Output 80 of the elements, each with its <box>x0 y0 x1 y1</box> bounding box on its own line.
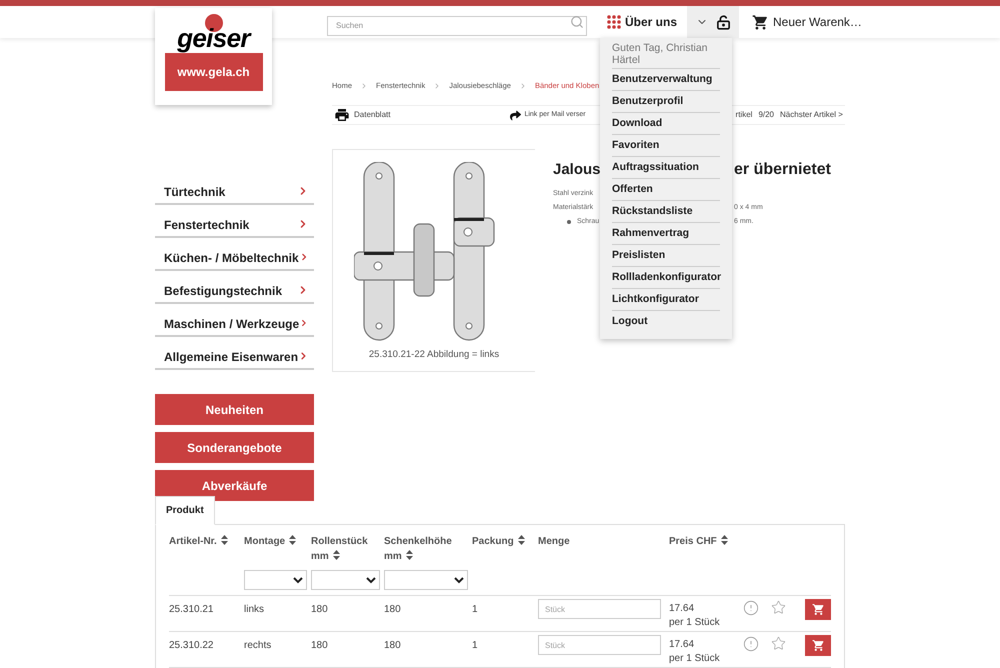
table-cell-text: 180 <box>384 603 402 617</box>
sort-icon[interactable] <box>406 550 413 560</box>
menu-item[interactable]: Logout <box>612 311 720 333</box>
search-field[interactable]: Suchen <box>327 16 587 36</box>
table-cell-text: 180 <box>384 639 402 653</box>
quantity-field[interactable]: Stück <box>538 635 661 655</box>
product-title: Jalous <box>553 161 601 178</box>
share-icon <box>510 110 522 121</box>
promo-button[interactable]: Neuheiten <box>155 394 314 425</box>
sort-icon[interactable] <box>220 535 228 545</box>
quantity-field[interactable]: Stück <box>538 599 661 619</box>
cart-icon <box>812 639 824 652</box>
info-icon[interactable] <box>743 636 759 652</box>
table-cell-text: 25.310.22 <box>169 639 214 653</box>
price-text: 17.64 <box>669 638 696 652</box>
add-to-cart-button[interactable] <box>805 635 831 656</box>
tab[interactable]: Produkt <box>155 496 215 525</box>
favorite-star-icon[interactable] <box>771 600 786 615</box>
previous-article-link[interactable]: rtikel <box>736 109 752 122</box>
cart-button[interactable]: Neuer Warenk… <box>752 6 862 38</box>
category-link[interactable]: Küchen- / Möbeltechnik <box>155 238 314 271</box>
menu-item[interactable]: Rahmenvertrag <box>612 223 720 245</box>
category-link[interactable]: Türtechnik <box>155 172 314 205</box>
logo-wordmark: geiser <box>177 25 250 51</box>
bullet-icon <box>567 220 571 224</box>
article-position: 9/20 <box>758 109 774 122</box>
menu-item[interactable]: Rückstandsliste <box>612 201 720 223</box>
category-link[interactable]: Fenstertechnik <box>155 205 314 238</box>
table-cell-text: rechts <box>244 639 272 653</box>
table-cell-text: 180 <box>311 639 329 653</box>
sort-icon[interactable] <box>720 535 728 545</box>
menu-item[interactable]: Rollladenkonfigurator <box>612 267 720 289</box>
category-link[interactable]: Maschinen / Werkzeuge <box>155 304 314 337</box>
column-header[interactable]: Artikel-Nr. <box>169 534 240 549</box>
menu-item[interactable]: Offerten <box>612 179 720 201</box>
promo-button[interactable]: Abverkäufe <box>155 470 314 501</box>
info-icon[interactable] <box>743 600 759 616</box>
logo-url: www.gela.ch <box>164 53 262 91</box>
menu-item[interactable]: Preislisten <box>612 245 720 267</box>
sort-icon[interactable] <box>332 550 340 560</box>
category-link[interactable]: Befestigungstechnik <box>155 271 314 304</box>
account-button[interactable] <box>687 6 740 38</box>
menu-item[interactable]: Benutzerverwaltung <box>612 69 720 91</box>
logo-card[interactable]: geiser www.gela.ch <box>155 8 272 105</box>
column-header[interactable]: Rollenstück mm <box>311 534 380 564</box>
lock-icon <box>716 14 731 30</box>
column-header[interactable]: Preis CHF <box>669 534 739 549</box>
menu-item[interactable]: Lichtkonfigurator <box>612 289 720 311</box>
table-cell-text: 1 <box>472 639 479 653</box>
datasheet-link[interactable]: Datenblatt <box>334 107 390 124</box>
column-header[interactable]: Packung <box>472 534 534 549</box>
price-unit-text: per 1 Stück <box>669 616 721 630</box>
cart-icon <box>752 14 770 30</box>
table-cell-text: 25.310.21 <box>169 603 214 617</box>
cart-icon <box>812 603 824 616</box>
image-caption: 25.310.21-22 Abbildung = links <box>368 348 500 362</box>
price-unit-text: per 1 Stück <box>669 652 721 666</box>
product-title: er übernietet <box>734 160 831 180</box>
menu-item[interactable]: Favoriten <box>612 135 720 157</box>
grid-icon <box>607 15 621 29</box>
menu-item[interactable]: Auftragssituation <box>612 157 720 179</box>
menu-item[interactable]: Download <box>612 113 720 135</box>
price-text: 17.64 <box>669 602 696 616</box>
add-to-cart-button[interactable] <box>805 599 831 620</box>
table-cell-text: links <box>244 603 266 617</box>
table-cell-text: 180 <box>311 603 329 617</box>
next-article-link[interactable]: Nächster Artikel > <box>780 109 843 122</box>
column-header[interactable]: Schenkelhöhe mm <box>384 534 468 564</box>
printer-icon <box>334 107 350 124</box>
promo-button[interactable]: Sonderangebote <box>155 432 314 463</box>
favorite-star-icon[interactable] <box>771 636 786 651</box>
menu-item[interactable]: Benutzerprofil <box>612 91 720 113</box>
column-header[interactable]: Montage <box>244 534 307 549</box>
table-cell-text: 1 <box>472 603 479 617</box>
column-header[interactable]: Menge <box>538 534 665 549</box>
sort-icon[interactable] <box>289 535 296 545</box>
category-link[interactable]: Allgemeine Eisenwaren <box>155 337 314 370</box>
about-menu-button[interactable]: Über uns <box>607 6 678 38</box>
greeting-text: Guten Tag, Christian Härtel <box>612 42 720 69</box>
sort-icon[interactable] <box>518 535 525 545</box>
